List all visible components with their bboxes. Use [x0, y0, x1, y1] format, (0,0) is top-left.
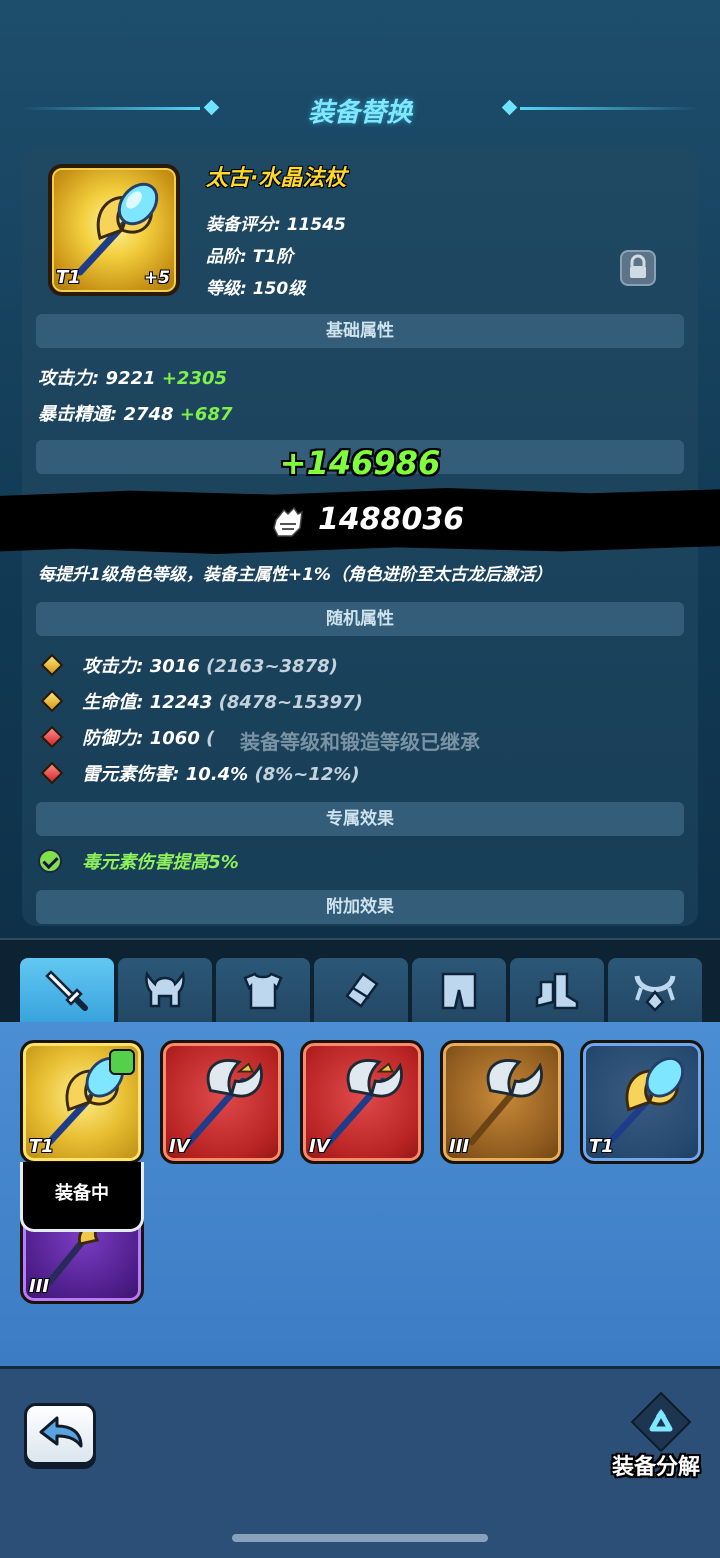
header: 装备替换: [0, 80, 720, 140]
stat-label: 生命值: 12243: [82, 692, 213, 713]
stat-bonus: +687: [179, 404, 233, 425]
tab-helmet[interactable]: [118, 958, 212, 1022]
random-stat: 雷元素伤害: 10.4% (8%~12%): [38, 760, 360, 786]
tier-badge: T1: [56, 267, 81, 288]
decompose-label[interactable]: 装备分解: [612, 1449, 700, 1481]
home-indicator: [232, 1534, 488, 1542]
tab-boots[interactable]: [510, 958, 604, 1022]
item-name: 太古·水晶法杖: [206, 166, 347, 191]
boots-icon: [535, 972, 579, 1010]
tab-bracer[interactable]: [314, 958, 408, 1022]
sword-icon: [45, 970, 88, 1011]
bottom-bar: 装备分解: [0, 1366, 720, 1558]
inventory-item[interactable]: IV: [160, 1040, 284, 1164]
power-total: 1488036: [318, 502, 465, 537]
gold-diamond-icon: [40, 653, 64, 677]
enhance-level: +5: [143, 268, 170, 288]
item-icon: T1 +5: [48, 164, 180, 296]
item-score: 装备评分: 11545: [206, 215, 346, 235]
tab-pants[interactable]: [412, 958, 506, 1022]
stat-range: (8478~15397): [218, 692, 363, 713]
exclusive-effect: 毒元素伤害提高5%: [38, 848, 239, 874]
stat-bonus: +2305: [161, 368, 228, 389]
stat-range: (8%~12%): [254, 764, 360, 785]
tier-badge: IV: [169, 1136, 190, 1157]
stat-label: 雷元素伤害: 10.4%: [82, 764, 249, 785]
back-button[interactable]: [24, 1403, 96, 1465]
growth-note: 每提升1级角色等级，装备主属性+1%（角色进阶至太古龙后激活）: [38, 565, 552, 585]
back-arrow-icon: [39, 1416, 83, 1448]
base-stat-crit: 暴击精通: 2748 +687: [38, 400, 233, 426]
effect-text: 毒元素伤害提高5%: [82, 852, 239, 873]
inventory-item[interactable]: IV: [300, 1040, 424, 1164]
equipped-label: 装备中: [20, 1162, 144, 1232]
stat-label: 攻击力: 9221: [38, 368, 156, 389]
tab-necklace[interactable]: [608, 958, 702, 1022]
bracer-icon: [345, 972, 379, 1008]
section-exclusive-effect: 专属效果: [36, 802, 684, 836]
armor-icon: [243, 972, 283, 1010]
tier-badge: IV: [309, 1136, 330, 1157]
page-title: 装备替换: [307, 98, 412, 128]
stat-label: 暴击精通: 2748: [38, 404, 174, 425]
random-stat: 生命值: 12243 (8478~15397): [38, 688, 363, 714]
category-tabs: [0, 938, 720, 1026]
inventory-item[interactable]: T1: [580, 1040, 704, 1164]
item-level: 等级: 150级: [206, 279, 306, 299]
random-stat: 攻击力: 3016 (2163~3878): [38, 652, 338, 678]
header-line-right: [520, 107, 698, 110]
necklace-icon: [634, 975, 676, 1012]
red-diamond-icon: [40, 761, 64, 785]
pants-icon: [441, 972, 477, 1010]
equipped-icon: [109, 1049, 135, 1075]
tab-armor[interactable]: [216, 958, 310, 1022]
gold-diamond-icon: [40, 689, 64, 713]
inventory-item[interactable]: T1: [20, 1040, 144, 1164]
lock-icon: [630, 254, 646, 278]
check-icon: [38, 849, 62, 873]
tier-badge: T1: [589, 1136, 614, 1157]
section-extra-effect: 附加效果: [36, 890, 684, 924]
inventory-item[interactable]: III: [440, 1040, 564, 1164]
tier-badge: III: [449, 1136, 470, 1157]
lock-button[interactable]: [620, 250, 656, 286]
helmet-icon: [145, 970, 185, 1008]
recycle-icon: [630, 1391, 692, 1453]
stat-range: (2163~3878): [206, 656, 338, 677]
section-base-attributes: 基础属性: [36, 314, 684, 348]
section-random-attributes: 随机属性: [36, 602, 684, 636]
item-grade: 品阶: T1阶: [206, 247, 294, 267]
fist-icon: [273, 506, 303, 537]
inherit-note: 装备等级和锻造等级已继承: [240, 730, 480, 754]
tier-badge: III: [29, 1276, 50, 1297]
stat-label: 攻击力: 3016: [82, 656, 200, 677]
power-gain: +146986: [279, 444, 441, 482]
decompose-button[interactable]: [628, 1389, 694, 1455]
tier-badge: T1: [29, 1136, 54, 1157]
base-stat-attack: 攻击力: 9221 +2305: [38, 364, 227, 390]
tab-weapon[interactable]: [20, 958, 114, 1022]
